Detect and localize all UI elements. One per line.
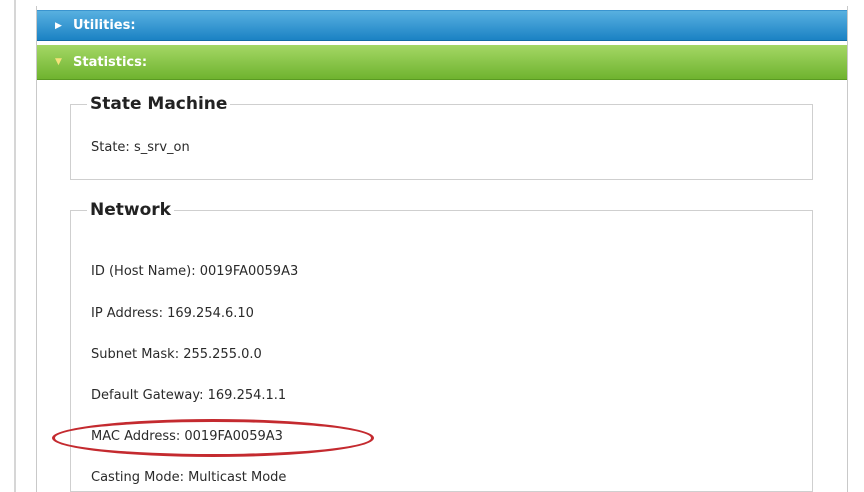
mac-address-highlight-ellipse [52, 419, 374, 457]
state-machine-group: State Machine [70, 94, 813, 180]
page-left-divider [14, 0, 16, 492]
host-name-value: 0019FA0059A3 [199, 264, 299, 279]
ip-address-row: IP Address: 169.254.6.10 [91, 306, 254, 321]
casting-mode-label: Casting Mode: [91, 470, 184, 485]
subnet-mask-label: Subnet Mask: [91, 347, 180, 362]
state-label: State: [91, 140, 130, 155]
state-machine-title: State Machine [90, 94, 228, 114]
utilities-accordion-header[interactable]: ▶ Utilities: [37, 10, 847, 41]
default-gateway-value: 169.254.1.1 [207, 388, 287, 403]
state-row: State: s_srv_on [91, 140, 190, 155]
subnet-mask-row: Subnet Mask: 255.255.0.0 [91, 347, 262, 362]
ip-address-label: IP Address: [91, 306, 163, 321]
statistics-accordion-header[interactable]: ▼ Statistics: [37, 45, 847, 80]
default-gateway-row: Default Gateway: 169.254.1.1 [91, 388, 286, 403]
casting-mode-row: Casting Mode: Multicast Mode [91, 470, 286, 485]
utilities-label: Utilities: [73, 18, 136, 33]
host-name-row: ID (Host Name): 0019FA0059A3 [91, 264, 298, 279]
host-name-label: ID (Host Name): [91, 264, 196, 279]
statistics-label: Statistics: [73, 54, 148, 70]
default-gateway-label: Default Gateway: [91, 388, 204, 403]
caret-right-icon: ▶ [55, 20, 62, 31]
network-title: Network [90, 200, 171, 220]
casting-mode-value: Multicast Mode [188, 470, 287, 485]
state-value: s_srv_on [133, 140, 190, 155]
caret-down-icon: ▼ [55, 57, 62, 67]
subnet-mask-value: 255.255.0.0 [183, 347, 262, 362]
ip-address-value: 169.254.6.10 [167, 306, 254, 321]
